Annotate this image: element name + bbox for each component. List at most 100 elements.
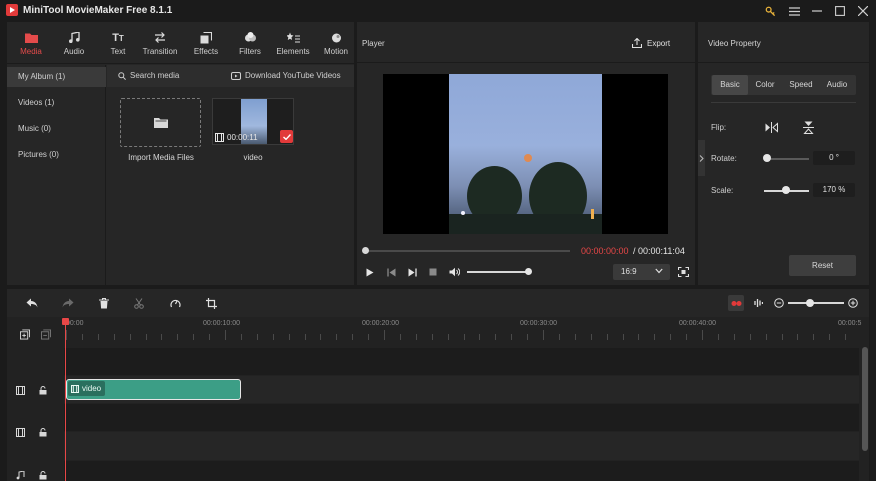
rotate-slider[interactable]	[767, 158, 809, 160]
export-button[interactable]: Export	[632, 38, 670, 48]
minimize-button[interactable]	[806, 2, 828, 20]
previous-frame-icon[interactable]	[384, 266, 398, 278]
lock-icon[interactable]	[38, 470, 48, 480]
ruler-tick	[845, 334, 846, 340]
ruler-label: 00:00:10:00	[203, 320, 240, 327]
key-icon[interactable]	[759, 2, 781, 20]
ruler-tick	[82, 334, 83, 340]
maximize-button[interactable]	[829, 2, 851, 20]
ruler-tick	[782, 334, 783, 340]
crop-icon[interactable]	[203, 295, 219, 311]
ground-shape	[449, 214, 602, 234]
flip-horizontal-icon[interactable]	[764, 120, 778, 134]
rotate-value-input[interactable]: 0 °	[813, 151, 855, 165]
ruler-tick	[464, 334, 465, 340]
tab-motion[interactable]: Motion	[317, 22, 355, 64]
tab-effects[interactable]: Effects	[187, 22, 225, 64]
tab-audio[interactable]: Audio	[55, 22, 93, 64]
close-button[interactable]	[852, 2, 874, 20]
filters-icon	[244, 31, 257, 45]
reset-button[interactable]: Reset	[789, 255, 856, 276]
motion-icon	[330, 31, 342, 45]
volume-slider[interactable]	[467, 271, 528, 273]
delete-icon[interactable]	[96, 295, 112, 311]
ruler-tick	[352, 334, 353, 340]
zoom-in-icon[interactable]	[845, 295, 861, 311]
tab-elements[interactable]: Elements	[274, 22, 312, 64]
ruler-tick	[813, 334, 814, 340]
tab-color[interactable]: Color	[747, 75, 783, 95]
track-row	[64, 404, 859, 431]
split-scissors-icon[interactable]	[131, 295, 147, 311]
light-shape	[591, 209, 594, 219]
playback-progress[interactable]	[366, 250, 570, 252]
zoom-slider[interactable]	[788, 302, 844, 304]
redo-icon[interactable]	[60, 295, 76, 311]
ruler-tick	[686, 334, 687, 340]
audio-mixer-icon[interactable]	[750, 295, 766, 311]
clip-label: video	[82, 384, 102, 393]
rotate-knob[interactable]	[763, 154, 771, 162]
timeline-scrollbar[interactable]	[862, 347, 868, 451]
search-media-button[interactable]: Search media	[118, 71, 179, 80]
app-logo-icon	[6, 4, 18, 16]
tab-text[interactable]: TT Text	[99, 22, 137, 64]
tab-label: Effects	[193, 46, 219, 56]
stop-icon[interactable]	[426, 266, 440, 278]
scale-value-input[interactable]: 170 %	[813, 183, 855, 197]
tab-media[interactable]: Media	[12, 22, 50, 64]
sidebar-item-my-album[interactable]: My Album (1)	[7, 67, 106, 87]
play-icon[interactable]	[363, 266, 377, 278]
collapse-panel-icon[interactable]	[698, 140, 705, 176]
sidebar-item-pictures[interactable]: Pictures (0)	[7, 145, 106, 165]
ruler-tick	[98, 334, 99, 340]
lock-icon[interactable]	[38, 385, 48, 395]
media-sidebar: My Album (1) Videos (1) Music (0) Pictur…	[7, 65, 106, 285]
moon-shape	[524, 154, 532, 162]
download-youtube-button[interactable]: Download YouTube Videos	[231, 71, 341, 80]
ruler-tick	[829, 334, 830, 340]
tab-basic[interactable]: Basic	[712, 75, 748, 95]
flip-vertical-icon[interactable]	[801, 120, 815, 134]
sidebar-item-music[interactable]: Music (0)	[7, 119, 106, 139]
tab-transition[interactable]: Transition	[141, 22, 179, 64]
remove-track-icon[interactable]	[41, 329, 51, 339]
tab-filters[interactable]: Filters	[231, 22, 269, 64]
sidebar-item-videos[interactable]: Videos (1)	[7, 93, 106, 113]
lock-icon[interactable]	[38, 427, 48, 437]
tab-speed[interactable]: Speed	[783, 75, 819, 95]
import-media-label: Import Media Files	[128, 153, 194, 162]
ruler-tick	[797, 334, 798, 340]
ruler-label: 00:00:20:00	[362, 320, 399, 327]
clip-label-tag: video	[68, 381, 105, 396]
volume-icon[interactable]	[447, 266, 461, 278]
tab-audio-property[interactable]: Audio	[819, 75, 855, 95]
ruler-tick	[543, 330, 544, 340]
speed-icon[interactable]	[167, 295, 183, 311]
selected-check-icon[interactable]	[280, 130, 293, 143]
tab-label: Text	[110, 46, 126, 56]
snap-icon[interactable]	[728, 295, 744, 311]
ruler-tick	[66, 330, 67, 340]
menu-icon[interactable]	[783, 2, 805, 20]
zoom-out-icon[interactable]	[771, 295, 787, 311]
tab-label: Motion	[323, 46, 348, 56]
search-media-label: Search media	[130, 71, 180, 80]
ruler-tick	[400, 334, 401, 340]
main-toolbar: Media Audio TT Text Transition Effects F…	[7, 22, 354, 64]
undo-icon[interactable]	[24, 295, 40, 311]
progress-knob[interactable]	[362, 247, 369, 254]
scale-knob[interactable]	[782, 186, 790, 194]
playhead[interactable]	[65, 320, 66, 481]
add-track-icon[interactable]	[20, 329, 30, 339]
zoom-knob[interactable]	[806, 299, 814, 307]
volume-knob[interactable]	[525, 268, 532, 275]
next-frame-icon[interactable]	[405, 266, 419, 278]
search-icon	[118, 71, 126, 80]
music-note-icon	[68, 31, 80, 45]
timeline-ruler[interactable]	[64, 317, 869, 345]
fullscreen-icon[interactable]	[677, 266, 689, 278]
ruler-tick	[432, 334, 433, 340]
export-icon	[632, 38, 642, 48]
import-media-button[interactable]	[120, 98, 201, 147]
